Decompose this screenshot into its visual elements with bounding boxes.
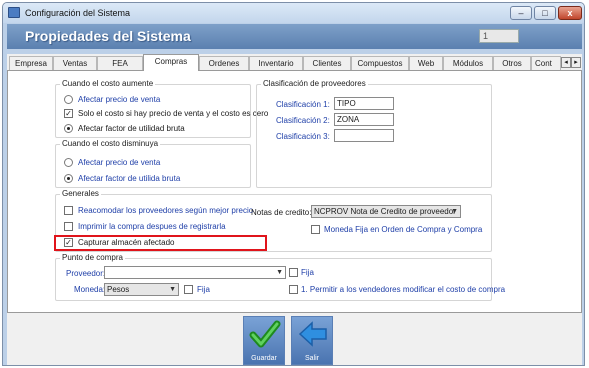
checkbox-imprimir[interactable]	[64, 222, 73, 231]
group-title: Cuando el costo disminuya	[60, 139, 161, 148]
header-value-field[interactable]: 1	[479, 29, 519, 43]
highlight-box	[54, 235, 267, 251]
radio-afectar-precio[interactable]	[64, 158, 73, 167]
checkbox-label: Fija	[197, 285, 210, 294]
back-arrow-icon	[298, 321, 327, 347]
window-title: Configuración del Sistema	[25, 8, 131, 18]
tab-web[interactable]: Web	[409, 56, 443, 70]
tab-cont[interactable]: Cont	[531, 56, 561, 70]
checkbox-fija-moneda[interactable]	[184, 285, 193, 294]
maximize-button[interactable]: □	[534, 6, 556, 20]
chevron-down-icon: ▼	[276, 269, 283, 276]
group-title: Clasificación de proveedores	[261, 79, 368, 88]
checkmark-icon	[249, 320, 281, 348]
group-punto-compra: Punto de compra Proveedor: ▼ Fija Moneda…	[55, 253, 505, 301]
checkbox-label: 1. Permitir a los vendedores modificar e…	[301, 285, 506, 294]
radio-afectar-factor[interactable]	[64, 124, 73, 133]
option-label: Afectar factor de utilida bruta	[78, 174, 181, 183]
moneda-select[interactable]: Pesos ▼	[104, 283, 179, 296]
guardar-label: Guardar	[251, 355, 277, 362]
tab-ordenes[interactable]: Ordenes	[199, 56, 249, 70]
group-costo-disminuya: Cuando el costo disminuya Afectar precio…	[55, 139, 251, 188]
checkbox-fija-proveedor[interactable]	[289, 268, 298, 277]
guardar-button[interactable]: Guardar	[243, 316, 285, 365]
checkbox-solo-costo[interactable]: ✓	[64, 109, 73, 118]
chevron-down-icon: ▼	[169, 286, 176, 293]
tab-empresa[interactable]: Empresa	[9, 56, 53, 70]
chevron-down-icon: ▼	[451, 208, 458, 215]
checkbox-label: Moneda Fija en Orden de Compra y Compra	[324, 225, 483, 234]
checkbox-moneda-fija[interactable]	[311, 225, 320, 234]
group-title: Punto de compra	[60, 253, 125, 262]
salir-label: Salir	[304, 355, 319, 362]
checkbox-label: Imprimir la compra despues de registrarl…	[78, 222, 226, 231]
clasificacion-2-label: Clasificación 2:	[276, 116, 330, 125]
tab-scroll-right-button[interactable]: ▸	[571, 57, 581, 68]
checkbox-label: Solo el costo si hay precio de venta y e…	[78, 109, 269, 118]
option-label: Afectar precio de venta	[78, 158, 161, 167]
checkbox-permitir-vendedores[interactable]	[289, 285, 298, 294]
moneda-label: Moneda:	[74, 285, 106, 294]
clasificacion-1-label: Clasificación 1:	[276, 100, 330, 109]
radio-afectar-factor[interactable]	[64, 174, 73, 183]
group-title: Cuando el costo aumente	[60, 79, 156, 88]
clasificacion-3-label: Clasificación 3:	[276, 132, 330, 141]
close-button[interactable]: x	[558, 6, 582, 20]
tab-compras[interactable]: Compras	[143, 54, 199, 71]
checkbox-reacomodar[interactable]	[64, 206, 73, 215]
salir-button[interactable]: Salir	[291, 316, 333, 365]
option-label: Afectar precio de venta	[78, 95, 161, 104]
tab-clientes[interactable]: Clientes	[303, 56, 351, 70]
page-title: Propiedades del Sistema	[25, 28, 191, 44]
moneda-value: Pesos	[107, 285, 130, 294]
button-bar: Guardar Salir	[7, 313, 582, 365]
minimize-button[interactable]: –	[510, 6, 532, 20]
clasificacion-1-input[interactable]: TIPO	[334, 97, 394, 110]
tab-scroll-left-button[interactable]: ◂	[561, 57, 571, 68]
tab-ventas[interactable]: Ventas	[53, 56, 97, 70]
tab-compuestos[interactable]: Compuestos	[351, 56, 409, 70]
config-window: Configuración del Sistema – □ x Propieda…	[2, 2, 585, 366]
compras-panel: Cuando el costo aumente Afectar precio d…	[7, 70, 582, 313]
clasificacion-2-input[interactable]: ZONA	[334, 113, 394, 126]
group-costo-aumente: Cuando el costo aumente Afectar precio d…	[55, 79, 268, 138]
app-icon	[8, 7, 20, 18]
notas-credito-label: Notas de credito:	[251, 208, 312, 217]
tab-otros[interactable]: Otros	[493, 56, 531, 70]
radio-afectar-precio[interactable]	[64, 95, 73, 104]
group-clasificacion: Clasificación de proveedores Clasificaci…	[256, 79, 492, 188]
group-title: Generales	[60, 189, 101, 198]
checkbox-label: Reacomodar los proveedores según mejor p…	[78, 206, 254, 215]
tab-modulos[interactable]: Módulos	[443, 56, 493, 70]
clasificacion-3-input[interactable]	[334, 129, 394, 142]
tab-inventario[interactable]: Inventario	[249, 56, 303, 70]
header-banner: Propiedades del Sistema 1	[7, 24, 582, 49]
tab-fea[interactable]: FEA	[97, 56, 143, 70]
option-label: Afectar factor de utilidad bruta	[78, 124, 185, 133]
proveedor-label: Proveedor:	[66, 269, 106, 278]
notas-credito-value: NCPROV Nota de Credito de proveedor	[314, 207, 456, 216]
proveedor-select[interactable]: ▼	[104, 266, 286, 279]
notas-credito-select[interactable]: NCPROV Nota de Credito de proveedor ▼	[311, 205, 461, 218]
checkbox-label: Fija	[301, 268, 314, 277]
title-bar: Configuración del Sistema – □ x	[3, 3, 584, 23]
tab-strip: Empresa Ventas FEA Compras Ordenes Inven…	[7, 54, 582, 71]
